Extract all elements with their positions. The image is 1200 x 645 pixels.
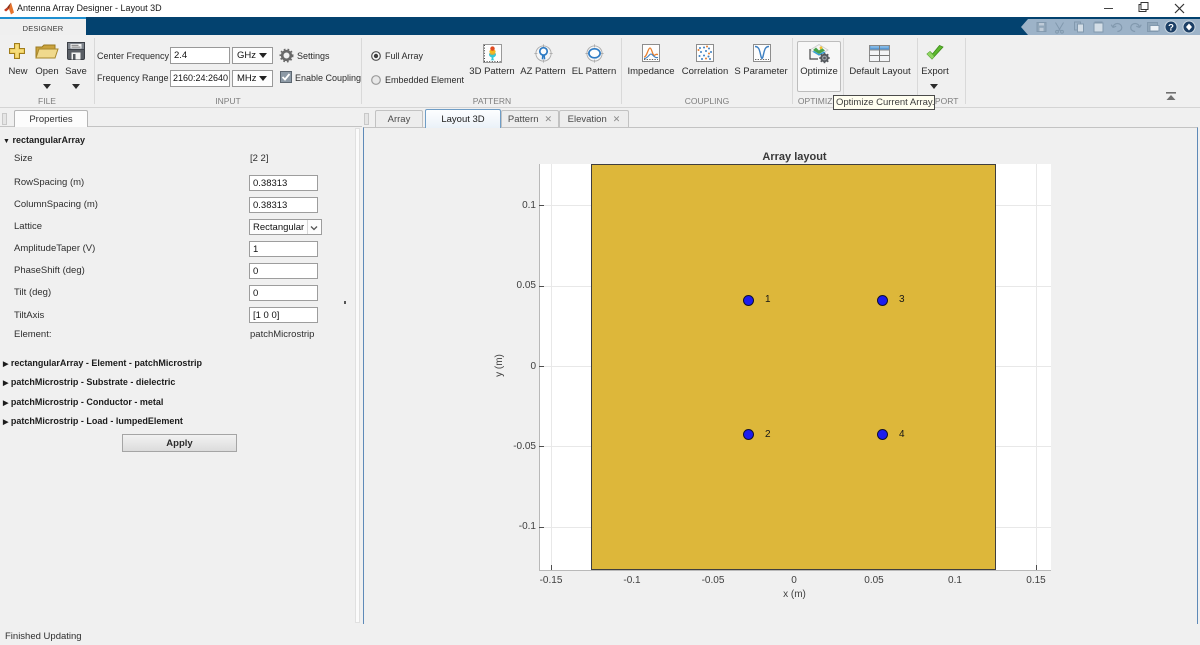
svg-text:?: ? [1168, 22, 1174, 33]
